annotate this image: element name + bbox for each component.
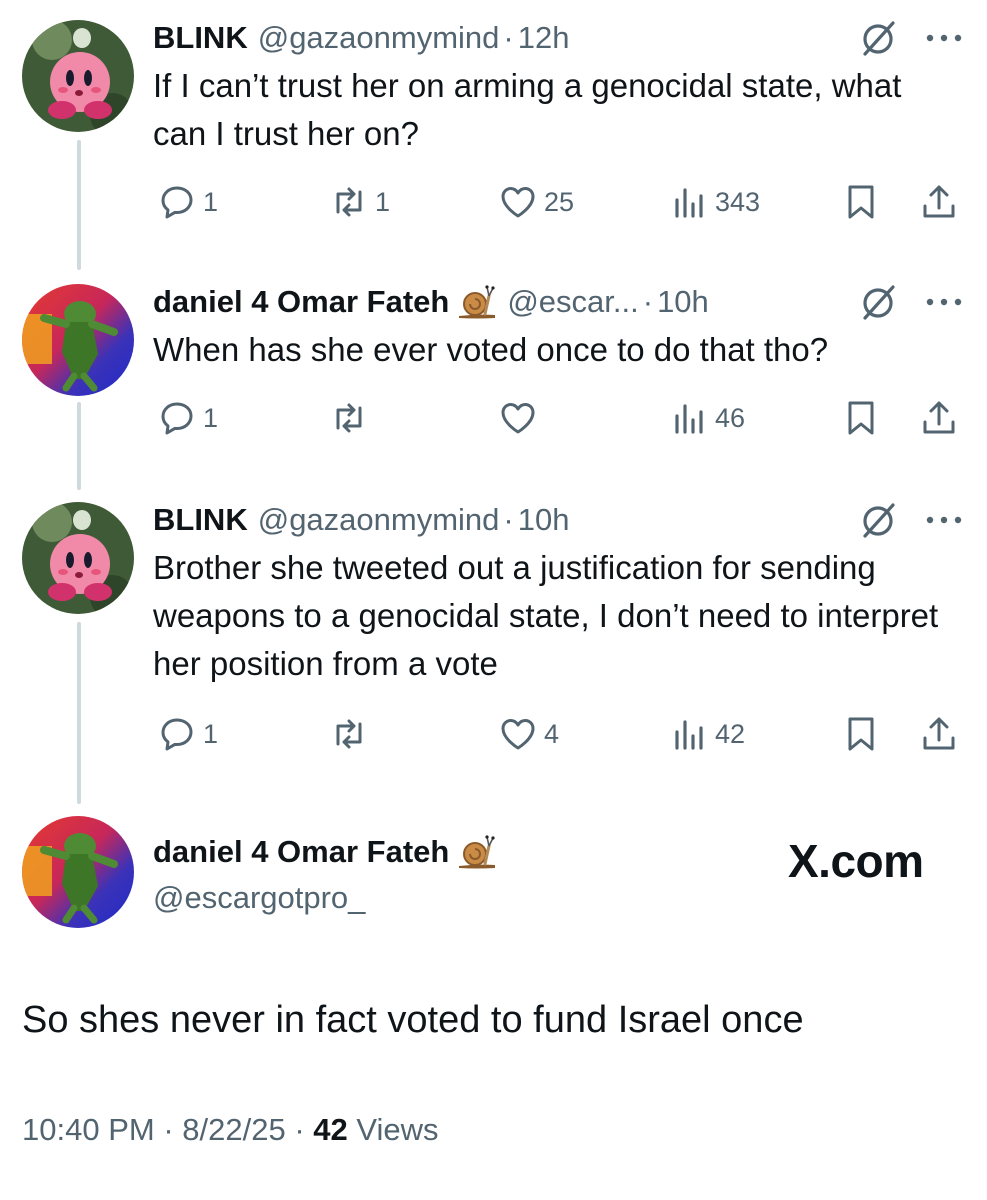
kirby-avatar[interactable] bbox=[22, 20, 134, 132]
user-handle[interactable]: @gazaonmymind bbox=[258, 502, 500, 538]
separator-dot: · bbox=[503, 502, 514, 537]
tweet-header: BLINK @gazaonmymind · 10h bbox=[153, 498, 963, 542]
reply-count: 1 bbox=[203, 186, 219, 217]
like-button[interactable]: 4 bbox=[498, 712, 559, 756]
heart-icon bbox=[501, 403, 535, 434]
views-button[interactable]: 42 bbox=[669, 712, 745, 756]
thread-connector bbox=[77, 140, 81, 270]
tweet-meta: 10:40 PM · 8/22/25 · 42 Views bbox=[22, 1112, 439, 1148]
repost-count: 1 bbox=[375, 186, 391, 217]
reply-button[interactable]: 1 bbox=[157, 180, 218, 224]
like-count: 4 bbox=[544, 718, 560, 749]
reply-button[interactable]: 1 bbox=[157, 396, 218, 440]
reply-icon bbox=[161, 402, 193, 435]
display-name[interactable]: BLINK bbox=[153, 502, 248, 538]
bookmark-icon bbox=[848, 717, 874, 751]
analytics-icon bbox=[675, 404, 703, 434]
tweet-header: BLINK @gazaonmymind · 12h bbox=[153, 16, 963, 60]
tweet-time[interactable]: 10:40 PM bbox=[22, 1112, 155, 1147]
user-handle[interactable]: @escargotpro_ bbox=[153, 880, 497, 916]
bookmark-icon bbox=[848, 401, 874, 435]
repost-icon bbox=[336, 719, 362, 749]
repost-button[interactable]: 1 bbox=[329, 180, 390, 224]
user-handle[interactable]: @gazaonmymind bbox=[258, 20, 500, 56]
share-button[interactable] bbox=[919, 712, 959, 756]
reply-icon bbox=[161, 718, 193, 751]
reply-count: 1 bbox=[203, 402, 219, 433]
display-name[interactable]: daniel 4 Omar Fateh bbox=[153, 834, 449, 870]
display-name[interactable]: daniel 4 Omar Fateh bbox=[153, 284, 449, 320]
tweet-date[interactable]: 8/22/25 bbox=[182, 1112, 285, 1147]
share-button[interactable] bbox=[919, 396, 959, 440]
analytics-icon bbox=[675, 188, 703, 218]
heart-icon bbox=[501, 719, 535, 750]
views-label: Views bbox=[356, 1112, 439, 1147]
tweet-text: When has she ever voted once to do that … bbox=[153, 331, 829, 368]
bookmark-button[interactable] bbox=[841, 180, 881, 224]
views-count: 42 bbox=[313, 1112, 348, 1147]
frog-avatar[interactable] bbox=[22, 284, 134, 396]
tweet-header: daniel 4 Omar Fateh @escar... · 10h bbox=[153, 280, 963, 324]
repost-button[interactable] bbox=[329, 396, 375, 440]
kirby-avatar[interactable] bbox=[22, 502, 134, 614]
snail-emoji-icon bbox=[459, 285, 496, 319]
share-button[interactable] bbox=[919, 180, 959, 224]
grok-icon[interactable] bbox=[859, 500, 899, 540]
reply-button[interactable]: 1 bbox=[157, 712, 218, 756]
view-count: 42 bbox=[715, 718, 746, 749]
bookmark-button[interactable] bbox=[841, 712, 881, 756]
bookmark-button[interactable] bbox=[841, 396, 881, 440]
thread-connector bbox=[77, 622, 81, 804]
analytics-icon bbox=[675, 720, 703, 750]
reply-icon bbox=[161, 186, 193, 219]
like-count: 25 bbox=[544, 186, 575, 217]
thread-connector bbox=[77, 402, 81, 490]
separator-dot: · bbox=[503, 20, 514, 55]
tweet-actions: 1 4 42 bbox=[153, 712, 963, 756]
repost-icon bbox=[336, 187, 362, 217]
more-icon[interactable] bbox=[925, 295, 963, 309]
grok-icon[interactable] bbox=[859, 18, 899, 58]
repost-button[interactable] bbox=[329, 712, 375, 756]
frog-avatar[interactable] bbox=[22, 816, 134, 928]
share-icon bbox=[923, 401, 955, 434]
more-icon[interactable] bbox=[925, 513, 963, 527]
separator-dot: · bbox=[642, 284, 654, 319]
heart-icon bbox=[501, 187, 535, 218]
user-handle[interactable]: @escar... bbox=[507, 284, 638, 320]
more-icon[interactable] bbox=[925, 31, 963, 45]
separator-dot: · bbox=[163, 1112, 174, 1147]
views-button[interactable]: 46 bbox=[669, 396, 745, 440]
xcom-watermark: X.com bbox=[788, 835, 924, 887]
share-icon bbox=[923, 185, 955, 218]
share-icon bbox=[923, 717, 955, 750]
reply-count: 1 bbox=[203, 718, 219, 749]
snail-emoji-icon bbox=[459, 835, 496, 869]
main-tweet-header: daniel 4 Omar Fateh @escargotpro_ bbox=[153, 830, 497, 916]
views-button[interactable]: 343 bbox=[669, 180, 760, 224]
main-tweet-text: So shes never in fact voted to fund Isra… bbox=[22, 999, 804, 1041]
view-count: 343 bbox=[715, 186, 761, 217]
timestamp[interactable]: 12h bbox=[518, 20, 570, 56]
grok-icon[interactable] bbox=[859, 282, 899, 322]
tweet-actions: 1 46 bbox=[153, 396, 963, 440]
timestamp[interactable]: 10h bbox=[518, 502, 570, 538]
like-button[interactable] bbox=[498, 396, 544, 440]
thread-page: BLINK @gazaonmymind · 12h If I can’t tru… bbox=[0, 0, 987, 1200]
tweet-text: If I can’t trust her on arming a genocid… bbox=[153, 67, 902, 152]
display-name[interactable]: BLINK bbox=[153, 20, 248, 56]
tweet-actions: 1 1 25 343 bbox=[153, 180, 963, 224]
timestamp[interactable]: 10h bbox=[657, 284, 709, 320]
like-button[interactable]: 25 bbox=[498, 180, 574, 224]
separator-dot: · bbox=[294, 1112, 305, 1147]
repost-icon bbox=[336, 403, 362, 433]
tweet-text: Brother she tweeted out a justification … bbox=[153, 549, 939, 682]
view-count: 46 bbox=[715, 402, 746, 433]
bookmark-icon bbox=[848, 185, 874, 219]
